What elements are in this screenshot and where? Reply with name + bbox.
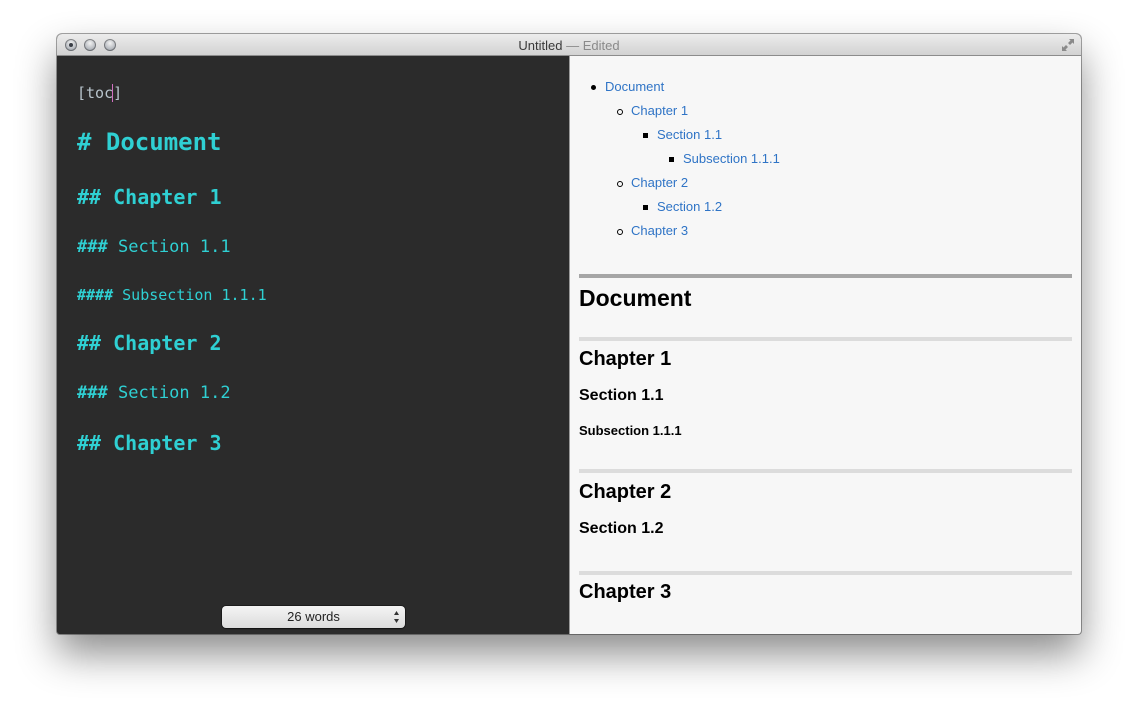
heading-text: Chapter 1	[113, 185, 222, 209]
editor-heading-document[interactable]: # Document	[77, 128, 222, 156]
square-bullet-icon	[669, 157, 674, 162]
horizontal-rule	[579, 571, 1072, 575]
editor-heading-chapter-1[interactable]: ## Chapter 1	[77, 185, 222, 209]
html-preview: Document Chapter 1 Section 1.1 Subsectio…	[570, 56, 1081, 634]
preview-heading-chapter-1: Chapter 1	[579, 348, 672, 370]
horizontal-rule	[579, 469, 1072, 473]
title-separator: —	[566, 38, 580, 53]
toc-link-section-1-2[interactable]: Section 1.2	[657, 199, 722, 214]
heading-hash: ###	[77, 383, 108, 403]
square-bullet-icon	[643, 205, 648, 210]
heading-text: Chapter 3	[113, 431, 222, 455]
preview-heading-chapter-3: Chapter 3	[579, 581, 672, 603]
editor-heading-chapter-3[interactable]: ## Chapter 3	[77, 431, 222, 455]
heading-text: Section 1.1	[117, 237, 231, 257]
markdown-editor[interactable]: [toc] # Document ## Chapter 1 ### Sectio…	[57, 56, 569, 634]
heading-text: Document	[105, 128, 222, 156]
editor-heading-section-1-1[interactable]: ### Section 1.1	[77, 237, 231, 257]
circle-bullet-icon	[617, 181, 623, 187]
preview-heading-section-1-2: Section 1.2	[579, 520, 664, 537]
preview-heading-chapter-2: Chapter 2	[579, 481, 672, 503]
editor-heading-subsection-1-1-1[interactable]: #### Subsection 1.1.1	[77, 286, 267, 304]
fullscreen-icon[interactable]	[1061, 38, 1075, 52]
heading-text: Subsection 1.1.1	[122, 286, 267, 304]
horizontal-rule	[579, 337, 1072, 341]
horizontal-rule	[579, 274, 1072, 278]
preview-heading-subsection-1-1-1: Subsection 1.1.1	[579, 423, 682, 438]
disc-bullet-icon	[591, 85, 596, 90]
heading-text: Section 1.2	[117, 383, 231, 403]
toc-link-chapter-2[interactable]: Chapter 2	[631, 175, 688, 190]
heading-hash: #	[77, 128, 92, 156]
circle-bullet-icon	[617, 109, 623, 115]
title-bar[interactable]: Untitled — Edited	[57, 34, 1081, 56]
word-count-popup[interactable]: 26 words	[222, 606, 405, 628]
editor-heading-section-1-2[interactable]: ### Section 1.2	[77, 383, 231, 403]
heading-text: Chapter 2	[113, 331, 222, 355]
app-window: Untitled — Edited [toc] # Document ## Ch…	[57, 34, 1081, 634]
toc-tag-line[interactable]: [toc]	[77, 84, 122, 102]
stepper-arrows-icon	[394, 611, 399, 623]
heading-hash: ##	[77, 185, 102, 209]
circle-bullet-icon	[617, 229, 623, 235]
preview-heading-section-1-1: Section 1.1	[579, 387, 664, 404]
square-bullet-icon	[643, 133, 648, 138]
window-title: Untitled — Edited	[57, 38, 1081, 53]
toc-link-section-1-1[interactable]: Section 1.1	[657, 127, 722, 142]
toc-link-chapter-1[interactable]: Chapter 1	[631, 103, 688, 118]
edited-status: Edited	[582, 38, 620, 53]
heading-hash: ####	[77, 286, 114, 304]
heading-hash: ##	[77, 431, 102, 455]
toc-link-subsection-1-1-1[interactable]: Subsection 1.1.1	[683, 151, 780, 166]
document-name: Untitled	[518, 38, 563, 53]
toc-link-chapter-3[interactable]: Chapter 3	[631, 223, 688, 238]
editor-heading-chapter-2[interactable]: ## Chapter 2	[77, 331, 222, 355]
heading-hash: ###	[77, 237, 108, 257]
heading-hash: ##	[77, 331, 102, 355]
preview-heading-document: Document	[579, 285, 692, 311]
toc-link-document[interactable]: Document	[605, 79, 664, 94]
word-count-label: 26 words	[287, 609, 340, 624]
toc-tag-close: ]	[113, 84, 123, 102]
toc-tag-text: [toc	[77, 84, 114, 102]
